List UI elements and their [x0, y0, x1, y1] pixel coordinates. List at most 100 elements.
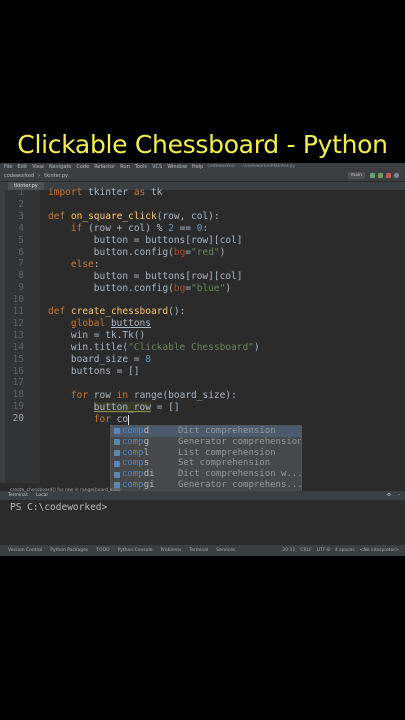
code-line-4: if (row + col) % 2 == 0: [70, 223, 209, 234]
nav-project[interactable]: codeworked [4, 173, 34, 179]
search-icon[interactable] [394, 173, 399, 178]
run-icon[interactable] [370, 173, 375, 178]
line-number: 20 [12, 413, 24, 425]
live-template-icon [114, 428, 120, 435]
menu-bar: File Edit View Navigate Code Refactor Run Tools… [0, 163, 405, 171]
menu-item-window[interactable]: Window [167, 163, 187, 171]
line-number: 13 [12, 329, 24, 341]
line-number: 2 [18, 198, 24, 210]
menu-item-code[interactable]: Code [76, 163, 89, 171]
completion-item[interactable]: compdi Dict comprehension w... [111, 469, 301, 480]
live-template-icon [114, 439, 120, 446]
video-title: Clickable Chessboard - Python [17, 130, 388, 159]
terminal-panel: Terminal: Local ⚙ – PS C:\codeworked> [0, 491, 405, 540]
completion-item-name: compgi [122, 479, 155, 490]
menu-item-run[interactable]: Run [120, 163, 130, 171]
terminal-tab-label: Terminal: [8, 493, 29, 498]
terminal-prompt[interactable]: PS C:\codeworked> [10, 502, 107, 514]
text-cursor [128, 414, 130, 425]
terminal-header: Terminal: Local ⚙ – [0, 492, 405, 500]
completion-item-name: compg [122, 436, 150, 447]
code-line-19: button_row = [] [93, 402, 180, 413]
completion-item-description: Dict comprehension [178, 426, 276, 436]
code-line-15: board_size = 8 [48, 354, 151, 365]
completion-item-name: compd [122, 426, 150, 436]
menu-item-navigate[interactable]: Navigate [49, 163, 71, 171]
code-line-8: button = buttons[row][col] [48, 271, 243, 282]
menu-item-view[interactable]: View [32, 163, 44, 171]
project-tool-strip[interactable] [0, 190, 5, 483]
completion-item-name: compl [122, 447, 150, 458]
nav-separator-icon: › [38, 173, 41, 179]
code-line-5: button = buttons[row][col] [48, 235, 243, 246]
completion-item[interactable]: compl List comprehension [111, 448, 301, 459]
completion-item-description: Generator comprehens... [178, 479, 301, 490]
status-indicator[interactable]: CRLF [300, 545, 311, 556]
status-tool-terminal[interactable]: Terminal [189, 548, 208, 553]
code-line-16: buttons = [] [48, 366, 140, 377]
nav-file[interactable]: tkinter.py [44, 173, 68, 179]
menu-item-vcs[interactable]: VCS [152, 163, 162, 171]
line-number: 15 [12, 353, 24, 365]
line-number: 18 [12, 389, 24, 401]
status-bar: Version Control Python Packages TODO Python… [0, 545, 405, 556]
line-number: 16 [12, 365, 24, 377]
completion-item[interactable]: compd Dict comprehension [111, 426, 301, 437]
code-line-18: for row in range(board_size): [70, 390, 237, 401]
line-number: 1 [18, 187, 24, 198]
line-number: 14 [12, 341, 24, 353]
status-tool-services[interactable]: Services [216, 548, 235, 553]
status-tool-version-control[interactable]: Version Control [8, 548, 42, 553]
menu-item-refactor[interactable]: Refactor [94, 163, 115, 171]
completion-item[interactable]: compgi Generator comprehens... [111, 480, 301, 491]
line-number: 11 [12, 306, 24, 317]
stop-icon[interactable] [386, 173, 391, 178]
code-line-3: def on_square_click(row, col): [48, 211, 220, 222]
code-line-1: import tkinter as tk [48, 187, 163, 198]
status-tool-problems[interactable]: Problems [161, 548, 182, 553]
status-indicator[interactable]: <No interpreter> [360, 545, 399, 556]
menu-item-help[interactable]: Help [192, 163, 203, 171]
menu-item-tools[interactable]: Tools [135, 163, 147, 171]
run-configuration-select[interactable]: main [347, 172, 365, 179]
status-tool-todo[interactable]: TODO [96, 548, 109, 553]
live-template-icon [114, 460, 120, 467]
navigation-bar: codeworked › tkinter.py main [0, 171, 405, 182]
code-line-13: win = tk.Tk() [48, 330, 146, 341]
status-tool-python-console[interactable]: Python Console [118, 548, 153, 553]
code-line-12: global buttons [70, 318, 151, 329]
line-number: 10 [12, 294, 24, 306]
line-number: 6 [18, 246, 24, 258]
line-number: 8 [18, 270, 24, 282]
menu-item-edit[interactable]: Edit [17, 163, 27, 171]
line-number: 3 [18, 210, 24, 222]
completion-item-name: compdi [122, 469, 155, 480]
line-number: 9 [18, 282, 24, 294]
status-indicator[interactable]: 20:11 [282, 545, 295, 556]
code-line-7: else: [70, 259, 100, 270]
minimize-icon[interactable]: – [398, 492, 400, 500]
completion-item-description: Set comprehension [178, 458, 271, 469]
menu-item-file[interactable]: File [4, 163, 12, 171]
line-number: 4 [18, 222, 24, 234]
code-breadcrumb[interactable]: create_chessboard() for row in range(boa… [10, 488, 121, 493]
status-indicator[interactable]: 4 spaces [335, 545, 355, 556]
debug-icon[interactable] [378, 173, 383, 178]
completion-item-description: Generator comprehension [178, 436, 301, 447]
terminal-tab-local[interactable]: Local [36, 492, 48, 500]
code-line-6: button.config(bg="red") [48, 247, 226, 258]
live-template-icon [114, 449, 120, 456]
completion-item[interactable]: comps Set comprehension [111, 458, 301, 469]
line-number: 7 [18, 258, 24, 270]
settings-icon[interactable]: ⚙ [387, 492, 391, 500]
line-number: 5 [18, 234, 24, 246]
status-bar-right: 20:11 CRLF UTF-8 4 spaces <No interpreter> [282, 545, 399, 556]
completion-item[interactable]: compg Generator comprehension [111, 437, 301, 448]
status-tool-python-packages[interactable]: Python Packages [50, 548, 88, 553]
code-line-11: def create_chessboard(): [48, 306, 186, 317]
status-indicator[interactable]: UTF-8 [317, 545, 330, 556]
line-number: 17 [12, 377, 24, 389]
completion-item-name: comps [122, 458, 150, 469]
window-title: codeworked - ...\codeworked\tkinter.py [207, 164, 295, 169]
code-line-14: win.title("Clickable Chessboard") [48, 342, 260, 353]
